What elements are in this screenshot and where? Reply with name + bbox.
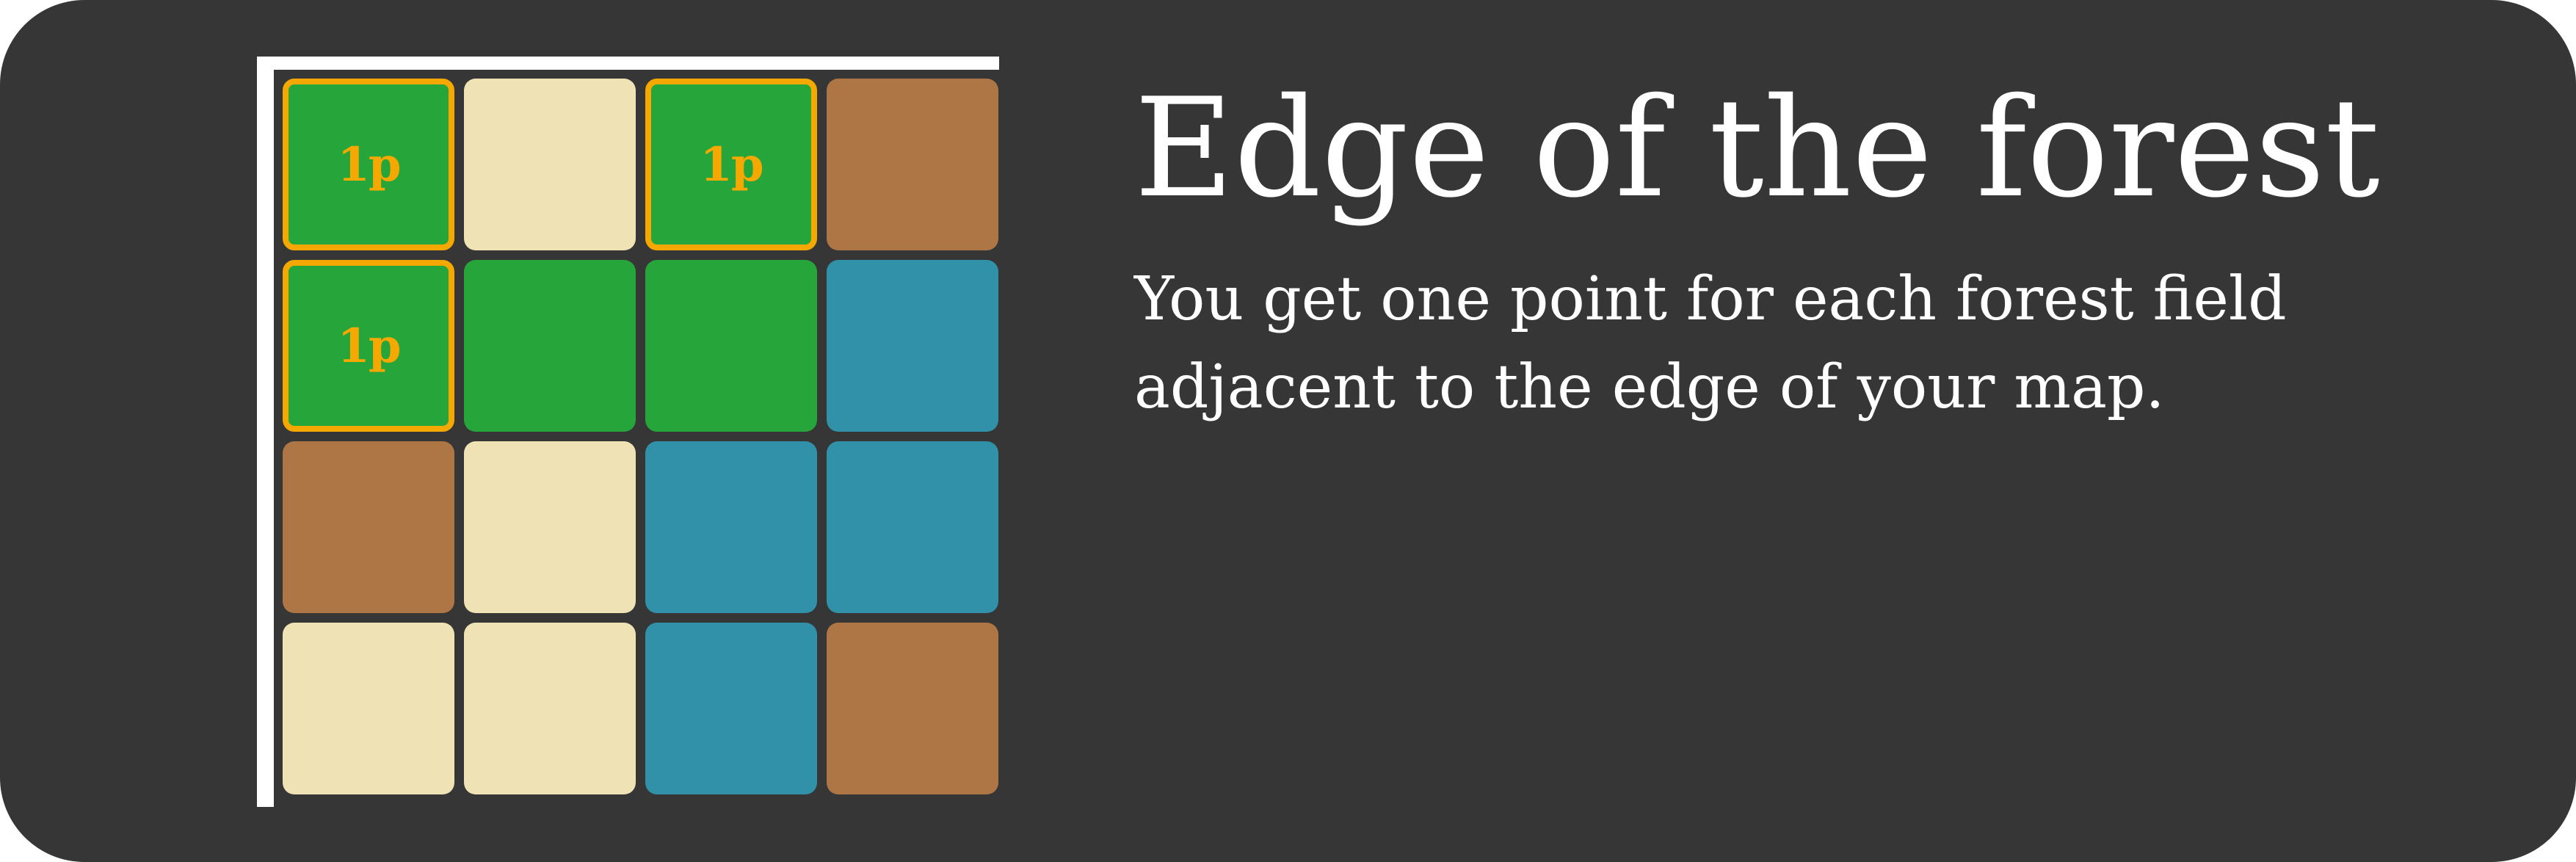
map-left-edge: [257, 57, 274, 807]
map-cell-forest: 1p: [283, 260, 454, 432]
map-cell-plains: [283, 623, 454, 794]
map-cell-forest: [464, 260, 636, 432]
map-cell-plains: [464, 623, 636, 794]
map-cell-village: [827, 623, 998, 794]
map-cell-forest: 1p: [283, 79, 454, 250]
map-cell-water: [645, 623, 817, 794]
map-cell-plains: [464, 441, 636, 613]
scoring-card: 1p 1p 1p Edge of the forest You get one po…: [0, 0, 2576, 862]
map-top-edge: [257, 57, 999, 70]
map-cell-village: [283, 441, 454, 613]
map-cell-village: [827, 79, 998, 250]
map-cell-forest: 1p: [645, 79, 817, 250]
card-description: You get one point for each forest field …: [1134, 264, 2287, 422]
map-grid: 1p 1p 1p: [283, 79, 1000, 796]
points-label: 1p: [700, 137, 763, 192]
map-cell-water: [827, 441, 998, 613]
map-cell-plains: [464, 79, 636, 250]
points-label: 1p: [337, 318, 401, 374]
map-cell-forest: [645, 260, 817, 432]
map-cell-water: [645, 441, 817, 613]
map-cell-water: [827, 260, 998, 432]
card-title: Edge of the forest: [1134, 68, 2380, 228]
points-label: 1p: [337, 137, 401, 192]
